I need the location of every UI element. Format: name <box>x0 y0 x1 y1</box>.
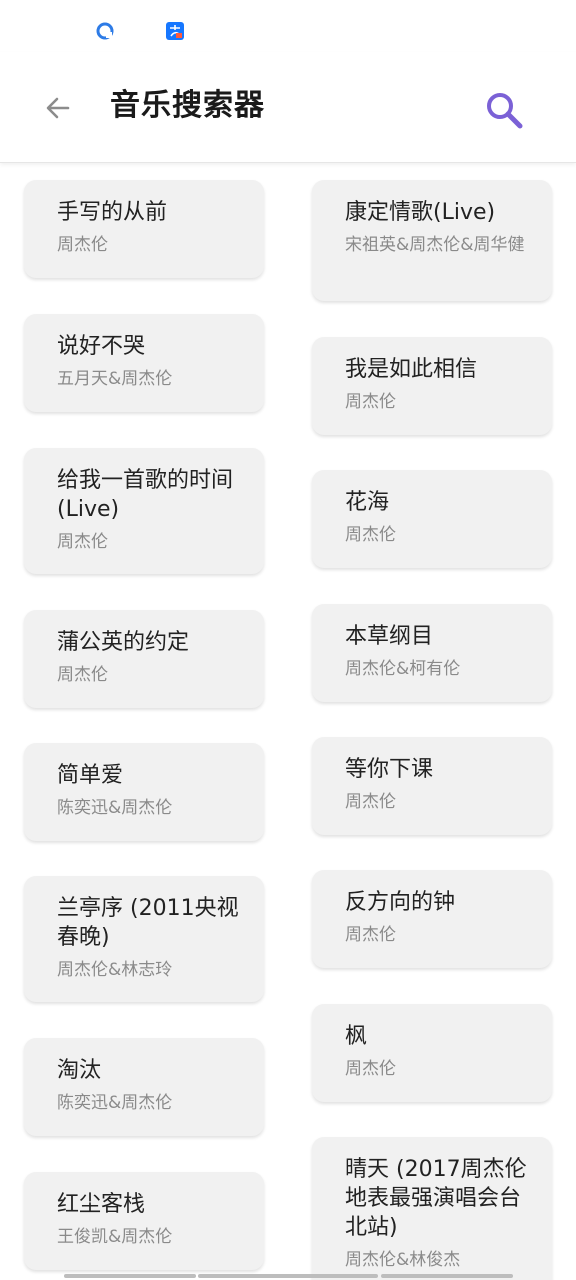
song-card[interactable]: 康定情歌(Live) 宋祖英&周杰伦&周华健 <box>312 180 552 301</box>
song-title: 手写的从前 <box>57 200 168 225</box>
song-card[interactable]: 等你下课 周杰伦 <box>312 737 552 835</box>
search-button[interactable] <box>482 88 526 132</box>
song-card[interactable]: 手写的从前 周杰伦 <box>24 180 264 278</box>
song-artist: 陈奕迅&周杰伦 <box>57 1093 173 1113</box>
song-card[interactable]: 淘汰 陈奕迅&周杰伦 <box>24 1038 264 1136</box>
song-artist: 陈奕迅&周杰伦 <box>57 798 173 818</box>
song-title: 给我一首歌的时间 (Live) <box>57 468 234 522</box>
song-title: 等你下课 <box>345 757 434 782</box>
page-title: 音乐搜索器 <box>110 88 265 123</box>
song-card[interactable]: 我是如此相信 周杰伦 <box>312 337 552 435</box>
song-card[interactable]: 说好不哭 五月天&周杰伦 <box>24 314 264 412</box>
song-artist: 周杰伦 <box>345 392 396 412</box>
song-title: 红尘客栈 <box>57 1192 146 1217</box>
song-artist: 周杰伦&林俊杰 <box>345 1250 461 1270</box>
song-artist: 王俊凯&周杰伦 <box>57 1227 173 1247</box>
song-title: 晴天 (2017周杰伦地表最强演唱会台北站) <box>345 1157 527 1240</box>
song-card[interactable]: 枫 周杰伦 <box>312 1004 552 1102</box>
app-notification-icon <box>96 22 114 40</box>
song-card[interactable]: 红尘客栈 王俊凯&周杰伦 <box>24 1172 264 1270</box>
song-artist: 周杰伦 <box>345 792 396 812</box>
song-title: 花海 <box>345 490 390 515</box>
song-card[interactable]: 蒲公英的约定 周杰伦 <box>24 610 264 708</box>
song-artist: 周杰伦&柯有伦 <box>345 659 461 679</box>
song-title: 康定情歌(Live) <box>345 200 496 225</box>
song-card[interactable]: 花海 周杰伦 <box>312 470 552 568</box>
song-card[interactable]: 简单爱 陈奕迅&周杰伦 <box>24 743 264 841</box>
scroll-indicator <box>198 1274 378 1278</box>
song-card[interactable]: 本草纲目 周杰伦&柯有伦 <box>312 604 552 702</box>
song-title: 蒲公英的约定 <box>57 630 190 655</box>
song-artist: 宋祖英&周杰伦&周华健 <box>345 235 525 255</box>
song-artist: 周杰伦 <box>345 925 396 945</box>
app-bar: 音乐搜索器 <box>0 52 576 163</box>
song-title: 本草纲目 <box>345 624 434 649</box>
song-card[interactable]: 给我一首歌的时间 (Live) 周杰伦 <box>24 448 264 574</box>
scroll-indicator <box>381 1274 513 1278</box>
song-list[interactable]: 手写的从前 周杰伦 说好不哭 五月天&周杰伦 给我一首歌的时间 (Live) 周… <box>0 164 576 1280</box>
back-arrow-icon <box>46 97 70 119</box>
status-bar <box>0 0 576 52</box>
song-card[interactable]: 反方向的钟 周杰伦 <box>312 870 552 968</box>
song-title: 枫 <box>345 1024 368 1049</box>
song-title: 简单爱 <box>57 763 124 788</box>
song-artist: 周杰伦 <box>345 1059 396 1079</box>
alipay-notification-icon <box>166 22 184 40</box>
song-artist: 周杰伦 <box>57 665 108 685</box>
song-artist: 周杰伦&林志玲 <box>57 960 173 980</box>
scroll-indicator <box>64 1274 196 1278</box>
song-title: 我是如此相信 <box>345 357 478 382</box>
song-artist: 周杰伦 <box>345 525 396 545</box>
song-title: 说好不哭 <box>57 334 146 359</box>
search-icon <box>487 93 523 129</box>
song-artist: 五月天&周杰伦 <box>57 369 173 389</box>
back-button[interactable] <box>40 90 76 126</box>
song-title: 反方向的钟 <box>345 890 456 915</box>
song-title: 淘汰 <box>57 1058 102 1083</box>
song-title: 兰亭序 (2011央视春晚) <box>57 896 239 950</box>
song-card[interactable]: 晴天 (2017周杰伦地表最强演唱会台北站) 周杰伦&林俊杰 <box>312 1137 552 1280</box>
song-artist: 周杰伦 <box>57 532 108 552</box>
song-card[interactable]: 兰亭序 (2011央视春晚) 周杰伦&林志玲 <box>24 876 264 1002</box>
song-artist: 周杰伦 <box>57 235 108 255</box>
